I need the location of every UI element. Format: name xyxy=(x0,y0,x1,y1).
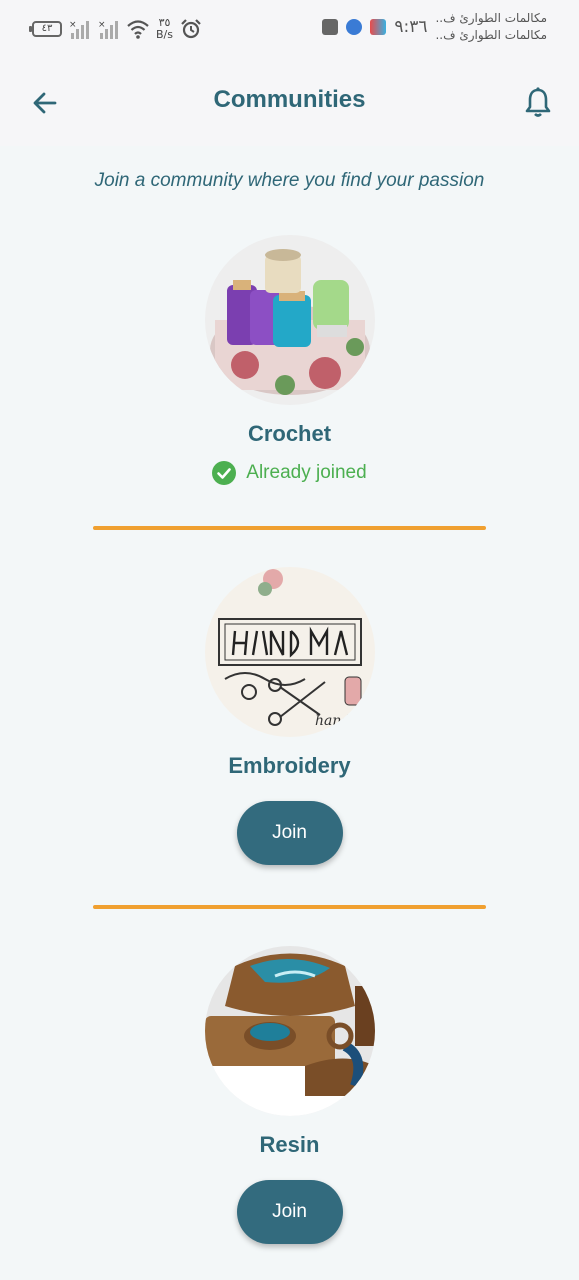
community-image-embroidery[interactable]: handm xyxy=(204,567,375,737)
join-button[interactable]: Join xyxy=(236,1180,343,1244)
butterfly-icon xyxy=(370,19,387,35)
community-image-resin[interactable] xyxy=(204,946,375,1116)
community-name: Resin xyxy=(259,1132,320,1157)
battery-level: ٤٣ xyxy=(41,23,53,34)
alarm-icon xyxy=(181,19,201,39)
page-title: Communities xyxy=(213,86,366,113)
community-image-crochet[interactable] xyxy=(204,235,375,405)
status-left: ٤٣ × × ٣٥ B/s xyxy=(29,14,202,44)
joined-status: Already joined xyxy=(0,461,579,485)
app-bar: Communities xyxy=(0,58,579,146)
globe-icon xyxy=(346,19,363,35)
svg-text:×: × xyxy=(69,20,77,30)
contact-card-icon xyxy=(322,19,339,35)
battery-icon: ٤٣ xyxy=(29,21,62,37)
community-name: Embroidery xyxy=(228,753,351,778)
network-speed-unit: B/s xyxy=(156,28,173,41)
community-name: Crochet xyxy=(247,421,332,446)
community-crochet: Crochet Already joined xyxy=(0,235,579,485)
divider xyxy=(93,526,486,530)
status-right: ٩:٣٦ مكالمات الطوارئ ف.. مكالمات الطوارئ… xyxy=(322,10,547,44)
signal-2-icon: × xyxy=(98,20,118,39)
carrier-notice-line-1: مكالمات الطوارئ ف.. xyxy=(435,11,547,25)
check-circle-icon xyxy=(212,461,237,485)
status-bar: ٤٣ × × ٣٥ B/s ٩:٣٦ مكالمات الطوارئ ف.. م… xyxy=(0,0,579,58)
clock: ٩:٣٦ xyxy=(394,17,428,37)
joined-status-label: Already joined xyxy=(246,462,367,483)
network-speed: ٣٥ B/s xyxy=(156,17,173,41)
wifi-icon xyxy=(127,20,149,39)
community-embroidery: handm Embroidery Join xyxy=(0,567,579,865)
notification-bell-icon[interactable] xyxy=(523,86,553,118)
community-resin: Resin Join xyxy=(0,946,579,1244)
carrier-notice: مكالمات الطوارئ ف.. مكالمات الطوارئ ف.. xyxy=(435,10,547,44)
svg-text:×: × xyxy=(98,20,106,30)
join-button[interactable]: Join xyxy=(236,801,343,865)
divider xyxy=(93,905,486,909)
tagline: Join a community where you find your pas… xyxy=(94,170,485,191)
signal-1-icon: × xyxy=(69,20,89,39)
carrier-notice-line-2: مكالمات الطوارئ ف.. xyxy=(435,28,547,42)
svg-text:handm: handm xyxy=(315,713,364,729)
